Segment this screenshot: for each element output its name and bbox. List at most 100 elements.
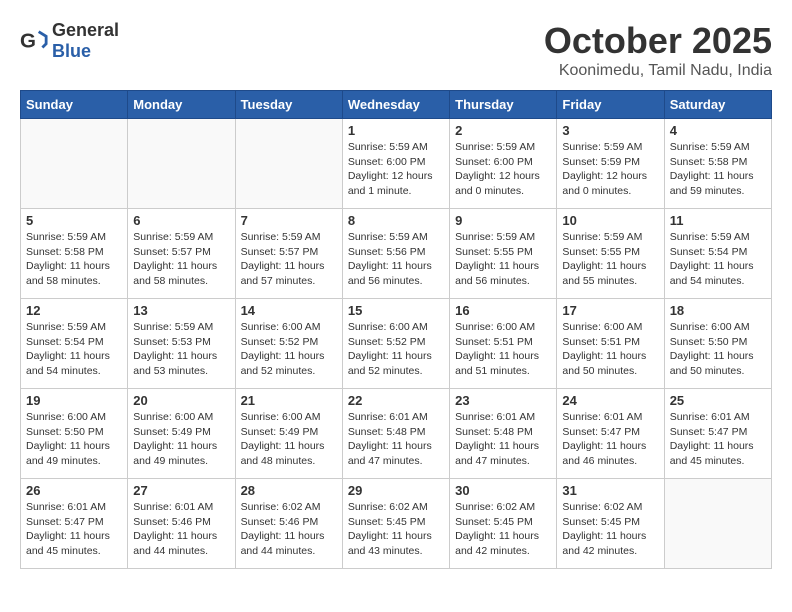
- day-number: 1: [348, 123, 444, 138]
- cell-content: Sunrise: 6:00 AMSunset: 5:49 PMDaylight:…: [133, 410, 229, 469]
- calendar-cell: [235, 119, 342, 209]
- calendar-body: 1 Sunrise: 5:59 AMSunset: 6:00 PMDayligh…: [21, 119, 772, 569]
- calendar-cell: 4 Sunrise: 5:59 AMSunset: 5:58 PMDayligh…: [664, 119, 771, 209]
- calendar-week-5: 26 Sunrise: 6:01 AMSunset: 5:47 PMDaylig…: [21, 479, 772, 569]
- title-area: October 2025 Koonimedu, Tamil Nadu, Indi…: [544, 20, 772, 80]
- cell-content: Sunrise: 5:59 AMSunset: 6:00 PMDaylight:…: [348, 140, 444, 199]
- day-number: 5: [26, 213, 122, 228]
- day-number: 23: [455, 393, 551, 408]
- calendar-cell: 10 Sunrise: 5:59 AMSunset: 5:55 PMDaylig…: [557, 209, 664, 299]
- day-header-monday: Monday: [128, 91, 235, 119]
- logo: G General Blue: [20, 20, 119, 62]
- calendar-cell: 15 Sunrise: 6:00 AMSunset: 5:52 PMDaylig…: [342, 299, 449, 389]
- calendar-cell: 18 Sunrise: 6:00 AMSunset: 5:50 PMDaylig…: [664, 299, 771, 389]
- day-header-friday: Friday: [557, 91, 664, 119]
- calendar-cell: 22 Sunrise: 6:01 AMSunset: 5:48 PMDaylig…: [342, 389, 449, 479]
- calendar-cell: 3 Sunrise: 5:59 AMSunset: 5:59 PMDayligh…: [557, 119, 664, 209]
- day-number: 28: [241, 483, 337, 498]
- calendar-cell: [21, 119, 128, 209]
- svg-text:G: G: [20, 30, 36, 53]
- cell-content: Sunrise: 6:01 AMSunset: 5:47 PMDaylight:…: [670, 410, 766, 469]
- calendar-cell: 31 Sunrise: 6:02 AMSunset: 5:45 PMDaylig…: [557, 479, 664, 569]
- cell-content: Sunrise: 6:00 AMSunset: 5:52 PMDaylight:…: [348, 320, 444, 379]
- calendar-cell: 6 Sunrise: 5:59 AMSunset: 5:57 PMDayligh…: [128, 209, 235, 299]
- cell-content: Sunrise: 6:01 AMSunset: 5:46 PMDaylight:…: [133, 500, 229, 559]
- cell-content: Sunrise: 5:59 AMSunset: 5:58 PMDaylight:…: [26, 230, 122, 289]
- cell-content: Sunrise: 5:59 AMSunset: 5:55 PMDaylight:…: [562, 230, 658, 289]
- day-header-thursday: Thursday: [450, 91, 557, 119]
- day-header-wednesday: Wednesday: [342, 91, 449, 119]
- calendar-week-2: 5 Sunrise: 5:59 AMSunset: 5:58 PMDayligh…: [21, 209, 772, 299]
- calendar-cell: 26 Sunrise: 6:01 AMSunset: 5:47 PMDaylig…: [21, 479, 128, 569]
- cell-content: Sunrise: 6:02 AMSunset: 5:45 PMDaylight:…: [562, 500, 658, 559]
- calendar-cell: 23 Sunrise: 6:01 AMSunset: 5:48 PMDaylig…: [450, 389, 557, 479]
- day-number: 3: [562, 123, 658, 138]
- day-number: 4: [670, 123, 766, 138]
- calendar-cell: 5 Sunrise: 5:59 AMSunset: 5:58 PMDayligh…: [21, 209, 128, 299]
- calendar-cell: 19 Sunrise: 6:00 AMSunset: 5:50 PMDaylig…: [21, 389, 128, 479]
- cell-content: Sunrise: 6:00 AMSunset: 5:50 PMDaylight:…: [670, 320, 766, 379]
- day-header-tuesday: Tuesday: [235, 91, 342, 119]
- calendar-header-row: SundayMondayTuesdayWednesdayThursdayFrid…: [21, 91, 772, 119]
- cell-content: Sunrise: 6:01 AMSunset: 5:47 PMDaylight:…: [26, 500, 122, 559]
- cell-content: Sunrise: 5:59 AMSunset: 5:56 PMDaylight:…: [348, 230, 444, 289]
- calendar-cell: 1 Sunrise: 5:59 AMSunset: 6:00 PMDayligh…: [342, 119, 449, 209]
- day-number: 31: [562, 483, 658, 498]
- calendar-cell: 25 Sunrise: 6:01 AMSunset: 5:47 PMDaylig…: [664, 389, 771, 479]
- cell-content: Sunrise: 5:59 AMSunset: 5:59 PMDaylight:…: [562, 140, 658, 199]
- cell-content: Sunrise: 6:00 AMSunset: 5:49 PMDaylight:…: [241, 410, 337, 469]
- calendar-cell: 9 Sunrise: 5:59 AMSunset: 5:55 PMDayligh…: [450, 209, 557, 299]
- cell-content: Sunrise: 6:01 AMSunset: 5:48 PMDaylight:…: [348, 410, 444, 469]
- calendar-week-3: 12 Sunrise: 5:59 AMSunset: 5:54 PMDaylig…: [21, 299, 772, 389]
- day-number: 24: [562, 393, 658, 408]
- cell-content: Sunrise: 6:00 AMSunset: 5:50 PMDaylight:…: [26, 410, 122, 469]
- day-number: 21: [241, 393, 337, 408]
- day-number: 8: [348, 213, 444, 228]
- cell-content: Sunrise: 6:00 AMSunset: 5:51 PMDaylight:…: [562, 320, 658, 379]
- day-number: 26: [26, 483, 122, 498]
- cell-content: Sunrise: 5:59 AMSunset: 5:54 PMDaylight:…: [26, 320, 122, 379]
- day-number: 20: [133, 393, 229, 408]
- calendar-cell: 16 Sunrise: 6:00 AMSunset: 5:51 PMDaylig…: [450, 299, 557, 389]
- day-number: 14: [241, 303, 337, 318]
- day-number: 29: [348, 483, 444, 498]
- day-number: 17: [562, 303, 658, 318]
- cell-content: Sunrise: 5:59 AMSunset: 5:57 PMDaylight:…: [241, 230, 337, 289]
- day-number: 6: [133, 213, 229, 228]
- cell-content: Sunrise: 5:59 AMSunset: 5:54 PMDaylight:…: [670, 230, 766, 289]
- day-number: 13: [133, 303, 229, 318]
- calendar-cell: 20 Sunrise: 6:00 AMSunset: 5:49 PMDaylig…: [128, 389, 235, 479]
- calendar-cell: 21 Sunrise: 6:00 AMSunset: 5:49 PMDaylig…: [235, 389, 342, 479]
- calendar-cell: 13 Sunrise: 5:59 AMSunset: 5:53 PMDaylig…: [128, 299, 235, 389]
- cell-content: Sunrise: 5:59 AMSunset: 5:58 PMDaylight:…: [670, 140, 766, 199]
- calendar-cell: 2 Sunrise: 5:59 AMSunset: 6:00 PMDayligh…: [450, 119, 557, 209]
- page-header: G General Blue October 2025 Koonimedu, T…: [20, 20, 772, 80]
- day-number: 12: [26, 303, 122, 318]
- cell-content: Sunrise: 6:00 AMSunset: 5:52 PMDaylight:…: [241, 320, 337, 379]
- day-number: 7: [241, 213, 337, 228]
- cell-content: Sunrise: 5:59 AMSunset: 5:55 PMDaylight:…: [455, 230, 551, 289]
- day-number: 25: [670, 393, 766, 408]
- calendar-cell: 28 Sunrise: 6:02 AMSunset: 5:46 PMDaylig…: [235, 479, 342, 569]
- cell-content: Sunrise: 5:59 AMSunset: 5:57 PMDaylight:…: [133, 230, 229, 289]
- calendar-table: SundayMondayTuesdayWednesdayThursdayFrid…: [20, 90, 772, 569]
- cell-content: Sunrise: 6:01 AMSunset: 5:48 PMDaylight:…: [455, 410, 551, 469]
- cell-content: Sunrise: 5:59 AMSunset: 5:53 PMDaylight:…: [133, 320, 229, 379]
- day-number: 10: [562, 213, 658, 228]
- calendar-cell: 11 Sunrise: 5:59 AMSunset: 5:54 PMDaylig…: [664, 209, 771, 299]
- cell-content: Sunrise: 5:59 AMSunset: 6:00 PMDaylight:…: [455, 140, 551, 199]
- cell-content: Sunrise: 6:02 AMSunset: 5:45 PMDaylight:…: [348, 500, 444, 559]
- day-number: 16: [455, 303, 551, 318]
- day-number: 18: [670, 303, 766, 318]
- calendar-cell: 8 Sunrise: 5:59 AMSunset: 5:56 PMDayligh…: [342, 209, 449, 299]
- calendar-cell: [128, 119, 235, 209]
- month-title: October 2025: [544, 20, 772, 62]
- day-number: 27: [133, 483, 229, 498]
- cell-content: Sunrise: 6:00 AMSunset: 5:51 PMDaylight:…: [455, 320, 551, 379]
- calendar-cell: 7 Sunrise: 5:59 AMSunset: 5:57 PMDayligh…: [235, 209, 342, 299]
- logo-blue: Blue: [52, 41, 91, 61]
- cell-content: Sunrise: 6:02 AMSunset: 5:45 PMDaylight:…: [455, 500, 551, 559]
- calendar-cell: 29 Sunrise: 6:02 AMSunset: 5:45 PMDaylig…: [342, 479, 449, 569]
- location-title: Koonimedu, Tamil Nadu, India: [544, 62, 772, 80]
- logo-general: General: [52, 20, 119, 40]
